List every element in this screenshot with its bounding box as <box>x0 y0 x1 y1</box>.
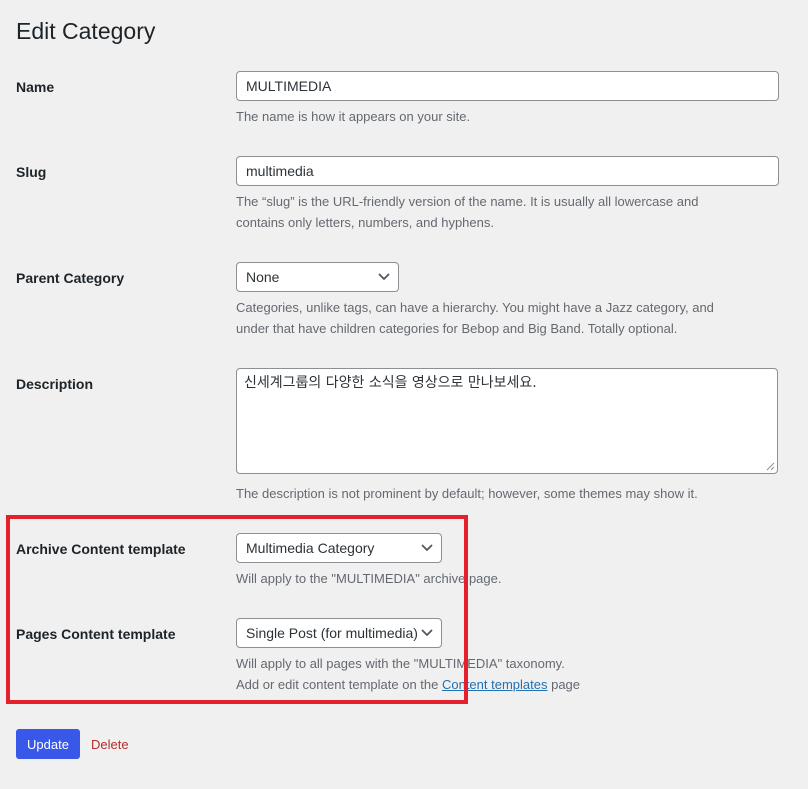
chevron-down-icon <box>421 544 433 551</box>
slug-help: The “slug” is the URL-friendly version o… <box>236 191 781 233</box>
parent-category-select[interactable]: None <box>236 262 399 292</box>
page-title: Edit Category <box>16 18 156 44</box>
pages-template-help: Will apply to all pages with the "MULTIM… <box>236 653 781 695</box>
update-button[interactable]: Update <box>16 729 80 759</box>
delete-link[interactable]: Delete <box>91 737 129 752</box>
archive-template-help: Will apply to the "MULTIMEDIA" archive p… <box>236 571 502 586</box>
pages-help-line-1: Will apply to all pages with the "MULTIM… <box>236 656 565 671</box>
name-label: Name <box>16 79 55 95</box>
pages-help-prefix: Add or edit content template on the <box>236 677 442 692</box>
description-help: The description is not prominent by defa… <box>236 486 698 501</box>
pages-template-select[interactable]: Single Post (for multimedia) <box>236 618 442 648</box>
parent-help-line-2: under that have children categories for … <box>236 321 678 336</box>
archive-template-select[interactable]: Multimedia Category <box>236 533 442 563</box>
parent-category-label: Parent Category <box>16 270 125 286</box>
description-label: Description <box>16 376 94 392</box>
pages-template-selected: Single Post (for multimedia) <box>246 625 418 641</box>
name-input[interactable]: MULTIMEDIA <box>236 71 779 101</box>
chevron-down-icon <box>421 629 433 636</box>
slug-input[interactable]: multimedia <box>236 156 779 186</box>
archive-template-selected: Multimedia Category <box>246 540 375 556</box>
resize-handle-icon[interactable] <box>766 462 775 471</box>
parent-category-help: Categories, unlike tags, can have a hier… <box>236 297 781 339</box>
name-help: The name is how it appears on your site. <box>236 109 471 124</box>
description-textarea[interactable]: 신세계그룹의 다양한 소식을 영상으로 만나보세요. <box>236 368 778 474</box>
slug-help-line-1: The “slug” is the URL-friendly version o… <box>236 194 699 209</box>
pages-template-label: Pages Content template <box>16 626 176 642</box>
slug-help-line-2: contains only letters, numbers, and hyph… <box>236 215 494 230</box>
pages-help-line-2: Add or edit content template on the Cont… <box>236 674 781 695</box>
chevron-down-icon <box>378 273 390 280</box>
pages-help-suffix: page <box>547 677 581 692</box>
description-text: 신세계그룹의 다양한 소식을 영상으로 만나보세요. <box>244 375 537 391</box>
content-templates-link[interactable]: Content templates <box>442 677 548 692</box>
archive-template-label: Archive Content template <box>16 541 186 557</box>
parent-category-selected: None <box>246 269 280 285</box>
slug-label: Slug <box>16 164 47 180</box>
parent-help-line-1: Categories, unlike tags, can have a hier… <box>236 300 714 315</box>
